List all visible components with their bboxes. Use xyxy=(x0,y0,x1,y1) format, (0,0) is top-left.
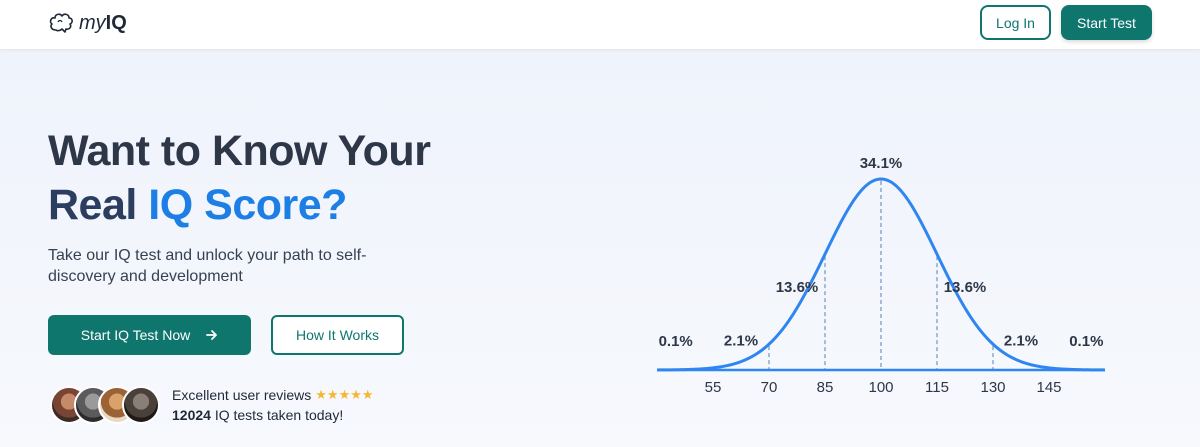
start-iq-test-button[interactable]: Start IQ Test Now xyxy=(48,315,251,355)
x-tick-label: 70 xyxy=(761,379,778,396)
arrow-right-icon xyxy=(206,330,218,340)
x-tick-label: 115 xyxy=(925,379,949,396)
x-tick-label: 85 xyxy=(817,379,834,396)
iq-distribution-chart: 0.1% 2.1% 13.6% 34.1% 13.6% 2.1% 0.1% 55 70 85 100… xyxy=(656,155,1106,396)
tests-count: 12024 xyxy=(172,407,211,423)
hero-title-line1: Want to Know Your xyxy=(48,127,431,175)
reviews-text: Excellent user reviews xyxy=(172,387,312,403)
hero-title-line2-part2: IQ Score? xyxy=(148,181,347,229)
how-it-works-button[interactable]: How It Works xyxy=(271,315,404,355)
percent-label: 0.1% xyxy=(1069,333,1103,350)
login-button[interactable]: Log In xyxy=(980,5,1051,40)
logo[interactable]: myIQ xyxy=(48,11,127,35)
hero-subtitle: Take our IQ test and unlock your path to… xyxy=(48,247,367,285)
percent-label: 13.6% xyxy=(944,279,987,296)
logo-text-iq: IQ xyxy=(105,11,127,34)
brain-icon xyxy=(49,13,73,33)
x-tick-label: 55 xyxy=(705,379,722,396)
percent-label: 2.1% xyxy=(724,333,758,350)
user-avatars xyxy=(50,386,160,424)
percent-label: 34.1% xyxy=(860,155,903,172)
x-tick-label: 100 xyxy=(868,379,893,396)
avatar xyxy=(122,386,160,424)
x-tick-label: 130 xyxy=(980,379,1005,396)
hero-title-line2-part1: Real xyxy=(48,181,137,229)
start-test-button[interactable]: Start Test xyxy=(1061,5,1152,40)
logo-text-my: my xyxy=(79,11,106,34)
star-rating-icon: ★★★★★ xyxy=(315,387,374,402)
hero-title: Want to Know Your Real IQ Score? xyxy=(48,124,431,232)
percent-label: 13.6% xyxy=(776,279,819,296)
logo-text: myIQ xyxy=(79,12,127,35)
start-iq-test-label: Start IQ Test Now xyxy=(80,327,191,343)
reviews-block: Excellent user reviews ★★★★★ 12024 IQ te… xyxy=(172,386,374,426)
percent-label: 0.1% xyxy=(659,333,693,350)
top-navbar: myIQ Log In Start Test xyxy=(0,0,1200,50)
percent-label: 2.1% xyxy=(1004,333,1038,350)
tests-text: IQ tests taken today! xyxy=(214,407,344,423)
x-tick-label: 145 xyxy=(1036,379,1061,396)
